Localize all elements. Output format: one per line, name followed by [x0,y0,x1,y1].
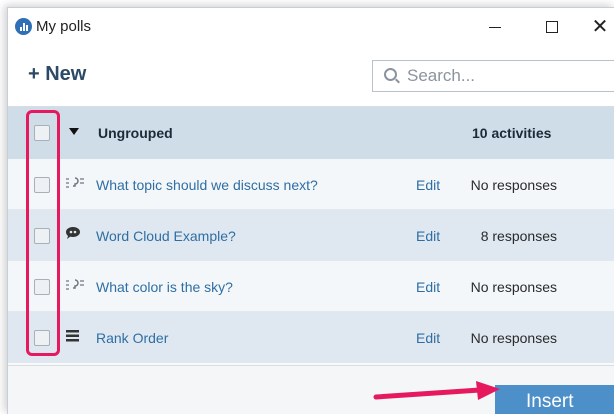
poll-title[interactable]: What color is the sky? [96,279,233,295]
search-icon [384,68,397,81]
search-box[interactable] [372,60,614,92]
close-icon[interactable]: ✕ [577,12,614,42]
poll-row[interactable]: Rank Order Edit No responses [8,312,614,363]
poll-row[interactable]: What topic should we discuss next? Edit … [8,159,614,210]
poll-everywhere-logo-icon [15,18,32,35]
group-activity-count: 10 activities [472,125,552,141]
response-count: No responses [470,279,557,295]
poll-title[interactable]: Rank Order [96,330,168,346]
poll-title[interactable]: What topic should we discuss next? [96,177,318,193]
open-ended-icon [65,277,85,296]
checkbox-column-highlight [26,110,60,356]
new-poll-button[interactable]: + New [28,63,86,86]
poll-title[interactable]: Word Cloud Example? [96,228,236,244]
edit-link[interactable]: Edit [416,228,440,244]
maximize-icon[interactable] [529,12,575,42]
poll-list: Ungrouped 10 activities What topic shoul… [8,107,614,365]
collapse-caret-icon[interactable] [69,128,79,135]
group-label: Ungrouped [98,125,173,141]
toolbar: + New [8,46,614,107]
response-count: No responses [470,177,557,193]
response-count: 8 responses [480,228,557,244]
title-bar: My polls ✕ [8,8,614,46]
footer-bar: Insert [8,365,614,414]
minimize-icon[interactable] [472,12,518,42]
search-input[interactable] [405,65,609,87]
my-polls-window: My polls ✕ + New Ungrouped 10 activities… [7,7,614,414]
pointer-arrow-icon [373,381,500,400]
response-count: No responses [470,330,557,346]
poll-row[interactable]: Word Cloud Example? Edit 8 responses [8,210,614,261]
word-cloud-icon [65,225,81,244]
open-ended-icon [65,175,85,194]
edit-link[interactable]: Edit [416,330,440,346]
edit-link[interactable]: Edit [416,177,440,193]
edit-link[interactable]: Edit [416,279,440,295]
window-title: My polls [36,18,92,35]
rank-order-icon [65,329,81,346]
poll-row[interactable]: What color is the sky? Edit No responses [8,261,614,312]
group-header-ungrouped[interactable]: Ungrouped 10 activities [8,107,614,160]
